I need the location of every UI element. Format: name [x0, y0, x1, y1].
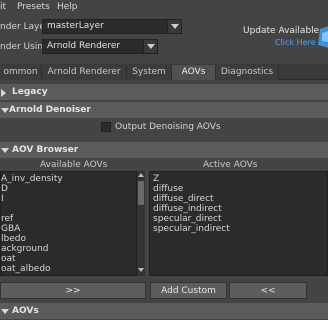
- tab-aovs[interactable]: AOVs: [172, 65, 216, 80]
- denoiser-frame-header[interactable]: Arnold Denoiser: [0, 102, 328, 118]
- render-settings-header: nder Layer masterLayer nder Using Arnold…: [0, 17, 328, 63]
- chevron-down-icon: [143, 40, 157, 53]
- tab-bar: ommon Arnold Renderer System AOVs Diagno…: [0, 64, 328, 80]
- scroll-down-arrow-icon[interactable]: [138, 268, 144, 272]
- remove-from-active-button[interactable]: <<: [229, 282, 307, 299]
- add-to-active-button[interactable]: >>: [0, 282, 146, 299]
- list-item[interactable]: specular_direct: [153, 214, 222, 224]
- render-using-value: Arnold Renderer: [47, 41, 121, 51]
- output-denoising-checkbox[interactable]: [101, 122, 111, 132]
- active-aovs-title: Active AOVs: [203, 160, 258, 170]
- render-using-dropdown[interactable]: Arnold Renderer: [42, 39, 158, 54]
- tab-system[interactable]: System: [127, 65, 172, 80]
- list-item[interactable]: diffuse: [153, 184, 183, 194]
- aov-browser-frame-header[interactable]: AOV Browser: [0, 142, 328, 158]
- scroll-up-arrow-icon[interactable]: [138, 173, 144, 177]
- update-click-here-link[interactable]: Click Here: [275, 38, 316, 47]
- list-item[interactable]: D: [1, 184, 8, 194]
- expand-arrow-icon: [1, 89, 6, 97]
- legacy-frame-title: Legacy: [12, 87, 48, 97]
- available-aovs-scrollbar[interactable]: [137, 171, 145, 276]
- list-item[interactable]: ref: [1, 214, 13, 224]
- collapse-arrow-icon: [1, 108, 9, 113]
- list-item[interactable]: specular_indirect: [153, 224, 230, 234]
- list-item[interactable]: oat_albedo: [1, 264, 51, 274]
- aovs-frame-title: AOVs: [12, 306, 39, 316]
- collapse-arrow-icon: [1, 148, 9, 153]
- active-aovs-list[interactable]: Z diffuse diffuse_direct diffuse_indirec…: [149, 171, 328, 276]
- menu-help[interactable]: Help: [57, 2, 78, 12]
- list-item[interactable]: A_inv_density: [1, 174, 63, 184]
- update-available-text: Update Available: [243, 26, 320, 36]
- chevron-down-icon: [167, 20, 181, 33]
- tab-diagnostics[interactable]: Diagnostics: [216, 65, 279, 80]
- list-item[interactable]: diffuse_indirect: [153, 204, 222, 214]
- render-layer-value: masterLayer: [47, 21, 104, 31]
- arnold-update-icon[interactable]: [318, 25, 328, 49]
- list-item[interactable]: Z: [153, 174, 159, 184]
- legacy-frame-header[interactable]: Legacy: [0, 84, 328, 100]
- list-item[interactable]: diffuse_direct: [153, 194, 214, 204]
- tab-arnold-renderer[interactable]: Arnold Renderer: [42, 65, 127, 80]
- menu-bar: it Presets Help: [0, 0, 328, 17]
- denoiser-frame-title: Arnold Denoiser: [9, 105, 91, 115]
- list-item[interactable]: oat: [1, 254, 16, 264]
- aovs-frame-header[interactable]: AOVs: [0, 303, 328, 319]
- available-aovs-title: Available AOVs: [40, 160, 108, 170]
- scroll-thumb[interactable]: [138, 181, 144, 205]
- collapse-arrow-icon: [1, 309, 9, 314]
- list-item[interactable]: GBA: [1, 224, 20, 234]
- menu-edit[interactable]: it: [0, 2, 6, 12]
- denoise-option-row: Output Denoising AOVs: [0, 118, 328, 136]
- list-item[interactable]: ackground: [1, 244, 49, 254]
- menu-presets[interactable]: Presets: [17, 2, 50, 12]
- aov-browser-frame-title: AOV Browser: [12, 145, 79, 155]
- tab-common[interactable]: ommon: [0, 65, 42, 80]
- output-denoising-label: Output Denoising AOVs: [115, 122, 221, 132]
- list-item[interactable]: I: [1, 194, 4, 204]
- render-layer-dropdown[interactable]: masterLayer: [42, 19, 182, 34]
- list-item[interactable]: lbedo: [1, 234, 26, 244]
- available-aovs-list[interactable]: A_inv_density D I ref GBA lbedo ackgroun…: [0, 171, 137, 276]
- add-custom-button[interactable]: Add Custom: [150, 282, 227, 299]
